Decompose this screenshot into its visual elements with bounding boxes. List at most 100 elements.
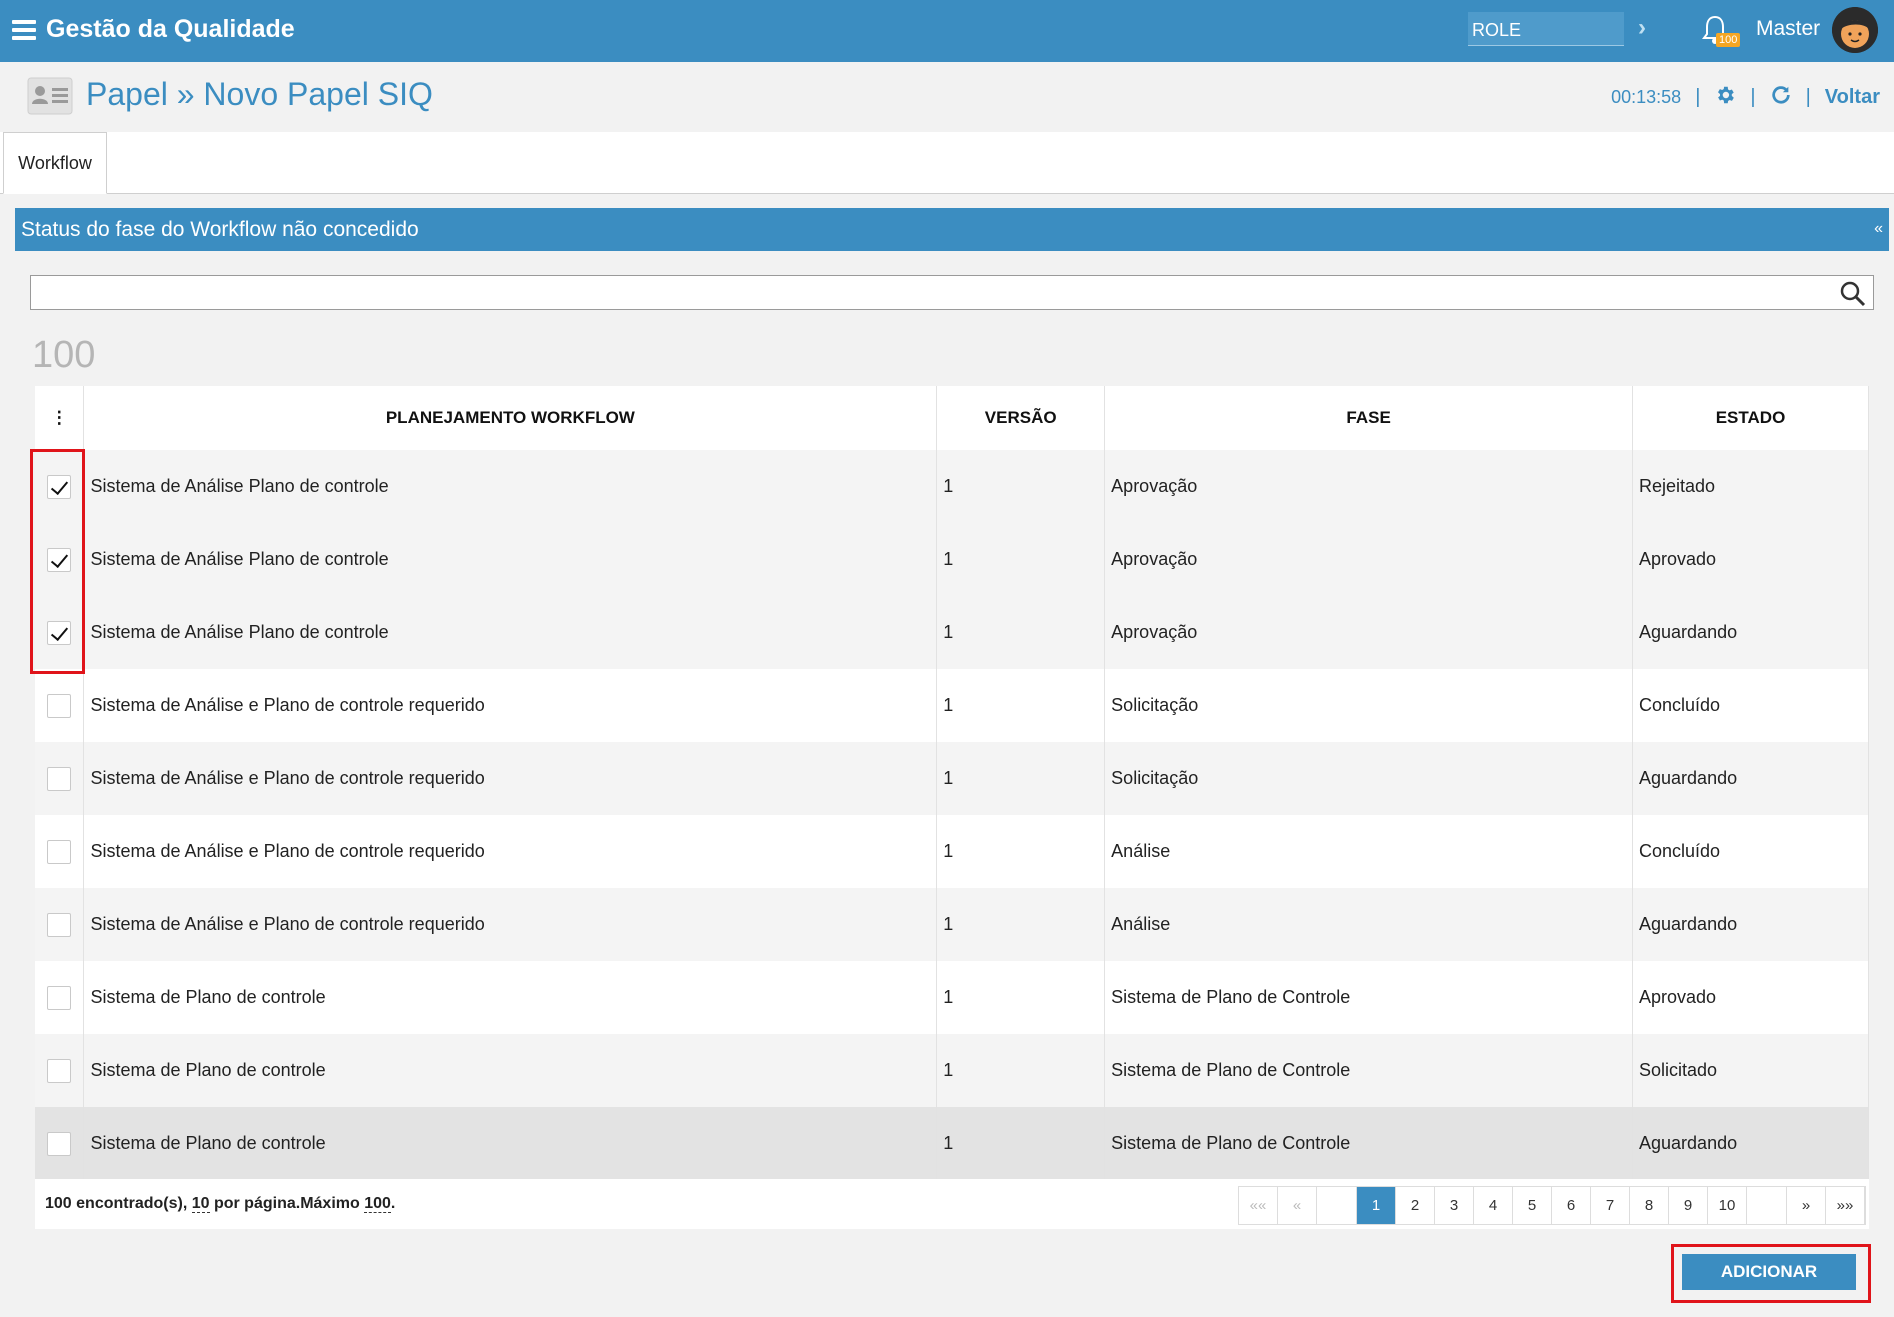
- row-checkbox-cell: [35, 1107, 85, 1180]
- cell-version: 1: [936, 669, 1106, 742]
- pager-page-button[interactable]: 9: [1669, 1187, 1708, 1224]
- cell-version: 1: [936, 742, 1106, 815]
- per-page-value[interactable]: 10: [191, 1195, 210, 1213]
- pager-page-button[interactable]: 6: [1552, 1187, 1591, 1224]
- cell-phase: Sistema de Plano de Controle: [1104, 1107, 1634, 1180]
- column-header-state[interactable]: ESTADO: [1632, 386, 1869, 450]
- panel-header: Status do fase do Workflow não concedido…: [15, 208, 1889, 251]
- pager-prev-button[interactable]: «: [1278, 1187, 1317, 1224]
- pager-page-button[interactable]: 8: [1630, 1187, 1669, 1224]
- found-count: 100: [45, 1195, 72, 1212]
- header-actions: 00:13:58 | | | Voltar: [1611, 84, 1880, 111]
- cell-state: Concluído: [1632, 815, 1869, 888]
- gear-icon[interactable]: [1714, 84, 1736, 111]
- pager-last-button[interactable]: »»: [1826, 1187, 1865, 1224]
- pager-page-button[interactable]: 5: [1513, 1187, 1552, 1224]
- cell-plan: Sistema de Plano de controle: [83, 1107, 938, 1180]
- row-checkbox[interactable]: [47, 912, 72, 937]
- pager-spacer[interactable]: [1317, 1187, 1357, 1224]
- table-row[interactable]: Sistema de Plano de controle 1 Sistema de …: [35, 961, 1869, 1034]
- column-header-version[interactable]: VERSÃO: [936, 386, 1106, 450]
- notification-badge: 100: [1716, 33, 1741, 47]
- cell-plan: Sistema de Análise Plano de controle: [83, 596, 938, 669]
- cell-phase: Análise: [1104, 888, 1634, 961]
- pager-page-button[interactable]: 1: [1357, 1187, 1396, 1224]
- tab-strip: Workflow: [0, 132, 1894, 194]
- max-value[interactable]: 100: [364, 1195, 391, 1213]
- column-options-icon[interactable]: ⋮: [35, 386, 85, 450]
- pagination: «« « 1 2 3 4 5 6 7 8 9 10 »»»: [1238, 1186, 1866, 1225]
- pager-page-button[interactable]: 7: [1591, 1187, 1630, 1224]
- user-name[interactable]: Master: [1756, 17, 1820, 41]
- cell-state: Aguardando: [1632, 1107, 1869, 1180]
- pager-page-button[interactable]: 4: [1474, 1187, 1513, 1224]
- table-row[interactable]: Sistema de Análise e Plano de controle r…: [35, 888, 1869, 961]
- row-checkbox[interactable]: [47, 1058, 72, 1083]
- table-row[interactable]: Sistema de Análise e Plano de controle r…: [35, 742, 1869, 815]
- cell-version: 1: [936, 450, 1106, 523]
- row-checkbox[interactable]: [47, 1131, 72, 1156]
- table-row[interactable]: Sistema de Análise Plano de controle 1 Apr…: [35, 450, 1869, 523]
- row-checkbox[interactable]: [47, 693, 72, 718]
- per-page-text: por página.Máximo: [209, 1195, 365, 1212]
- tab-workflow[interactable]: Workflow: [3, 132, 107, 194]
- divider: |: [1805, 86, 1811, 108]
- pager-page-button[interactable]: 3: [1435, 1187, 1474, 1224]
- pager-next-button[interactable]: »: [1787, 1187, 1826, 1224]
- row-checkbox[interactable]: [47, 839, 72, 864]
- page-title: Papel » Novo Papel SIQ: [86, 76, 433, 112]
- search-box: [30, 275, 1874, 310]
- back-link[interactable]: Voltar: [1825, 86, 1880, 109]
- row-checkbox[interactable]: [47, 985, 72, 1010]
- chevron-right-icon[interactable]: ›: [1638, 14, 1646, 42]
- cell-plan: Sistema de Análise e Plano de controle r…: [83, 815, 938, 888]
- cell-version: 1: [936, 1107, 1106, 1180]
- cell-plan: Sistema de Análise e Plano de controle r…: [83, 742, 938, 815]
- pager-spacer[interactable]: [1747, 1187, 1787, 1224]
- column-header-phase[interactable]: FASE: [1104, 386, 1634, 450]
- table-row[interactable]: Sistema de Plano de controle 1 Sistema de …: [35, 1034, 1869, 1107]
- max-suffix: .: [390, 1195, 396, 1212]
- table-row[interactable]: Sistema de Análise Plano de controle 1 Apr…: [35, 596, 1869, 669]
- cell-state: Aprovado: [1632, 961, 1869, 1034]
- table-row[interactable]: Sistema de Análise Plano de controle 1 Apr…: [35, 523, 1869, 596]
- row-checkbox-cell: [35, 815, 85, 888]
- refresh-icon[interactable]: [1770, 84, 1792, 111]
- cell-version: 1: [936, 815, 1106, 888]
- search-input[interactable]: [31, 276, 1831, 308]
- cell-version: 1: [936, 523, 1106, 596]
- hamburger-menu-icon[interactable]: [12, 20, 36, 40]
- cell-phase: Análise: [1104, 815, 1634, 888]
- records-summary: 100 encontrado(s), 10 por página.Máximo …: [45, 1195, 395, 1213]
- cell-plan: Sistema de Análise Plano de controle: [83, 523, 938, 596]
- page-header: Papel » Novo Papel SIQ 00:13:58 | | | Vo…: [0, 62, 1894, 132]
- row-checkbox[interactable]: [47, 766, 72, 791]
- cell-state: Rejeitado: [1632, 450, 1869, 523]
- table-row[interactable]: Sistema de Análise e Plano de controle r…: [35, 815, 1869, 888]
- pager-page-button[interactable]: 10: [1708, 1187, 1747, 1224]
- role-selector[interactable]: ROLE: [1468, 12, 1624, 46]
- cell-plan: Sistema de Plano de controle: [83, 961, 938, 1034]
- cell-state: Aguardando: [1632, 596, 1869, 669]
- cell-state: Aguardando: [1632, 888, 1869, 961]
- avatar[interactable]: [1832, 7, 1878, 53]
- table-row[interactable]: Sistema de Análise e Plano de controle r…: [35, 669, 1869, 742]
- cell-phase: Sistema de Plano de Controle: [1104, 961, 1634, 1034]
- cell-phase: Aprovação: [1104, 596, 1634, 669]
- collapse-icon[interactable]: «: [1874, 220, 1883, 238]
- cell-phase: Solicitação: [1104, 669, 1634, 742]
- pager-page-button[interactable]: 2: [1396, 1187, 1435, 1224]
- row-checkbox-cell: [35, 742, 85, 815]
- cell-phase: Aprovação: [1104, 450, 1634, 523]
- id-card-icon: [26, 76, 74, 116]
- row-checkbox-cell: [35, 888, 85, 961]
- app-title: Gestão da Qualidade: [46, 15, 295, 43]
- pager-first-button[interactable]: ««: [1239, 1187, 1278, 1224]
- search-icon[interactable]: [1839, 280, 1867, 308]
- cell-phase: Aprovação: [1104, 523, 1634, 596]
- table-row[interactable]: Sistema de Plano de controle 1 Sistema de …: [35, 1107, 1869, 1180]
- panel-title: Status do fase do Workflow não concedido: [21, 218, 419, 241]
- cell-state: Aprovado: [1632, 523, 1869, 596]
- column-header-plan[interactable]: PLANEJAMENTO WORKFLOW: [83, 386, 938, 450]
- cell-version: 1: [936, 1034, 1106, 1107]
